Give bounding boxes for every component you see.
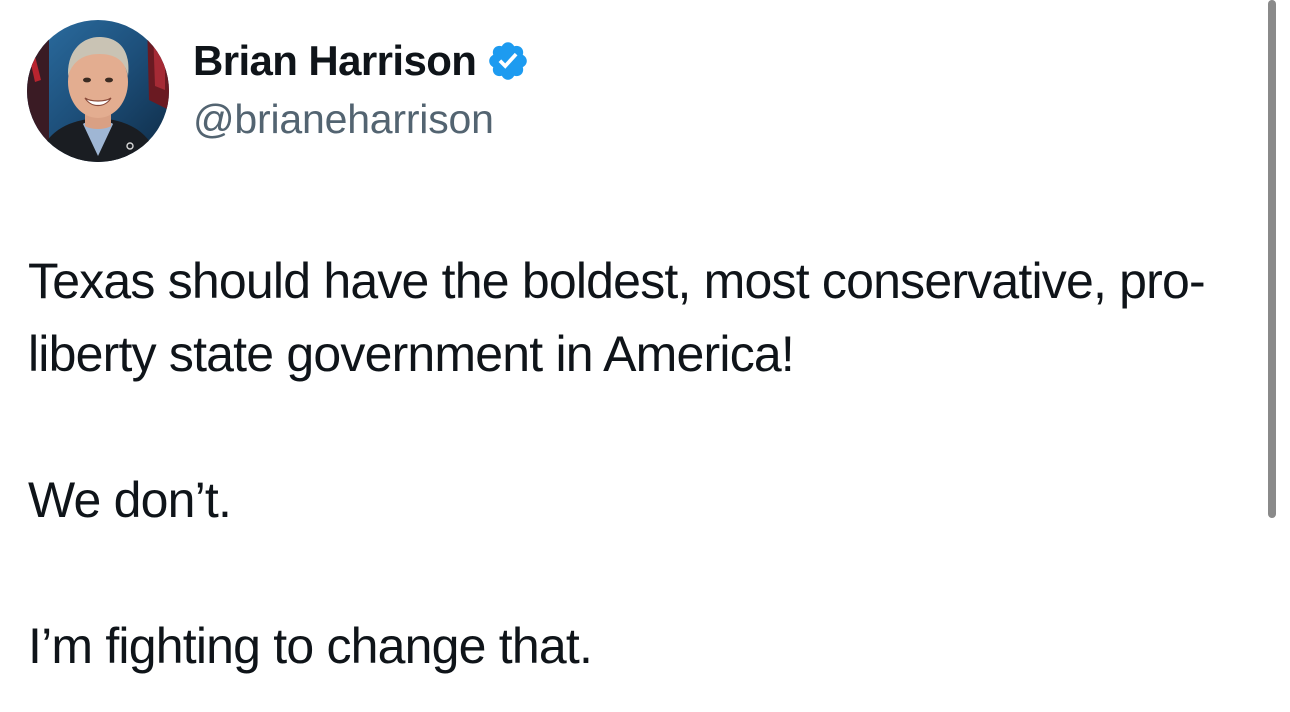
- tweet-paragraph: Texas should have the boldest, most cons…: [28, 253, 1206, 382]
- profile-photo-icon: [27, 20, 169, 162]
- tweet-text: Texas should have the boldest, most cons…: [28, 245, 1268, 683]
- vertical-scrollbar[interactable]: [1268, 0, 1276, 518]
- tweet: Brian Harrison @brianeharrison Texas sho…: [0, 0, 1290, 712]
- author-display-name[interactable]: Brian Harrison: [193, 37, 477, 85]
- author-avatar[interactable]: [27, 20, 169, 162]
- tweet-paragraph: We don’t.: [28, 472, 232, 528]
- tweet-paragraph: I’m fighting to change that.: [28, 618, 593, 674]
- author-handle[interactable]: @brianeharrison: [193, 96, 494, 143]
- author-name-row: Brian Harrison: [193, 36, 530, 86]
- verified-badge-icon[interactable]: [486, 39, 530, 83]
